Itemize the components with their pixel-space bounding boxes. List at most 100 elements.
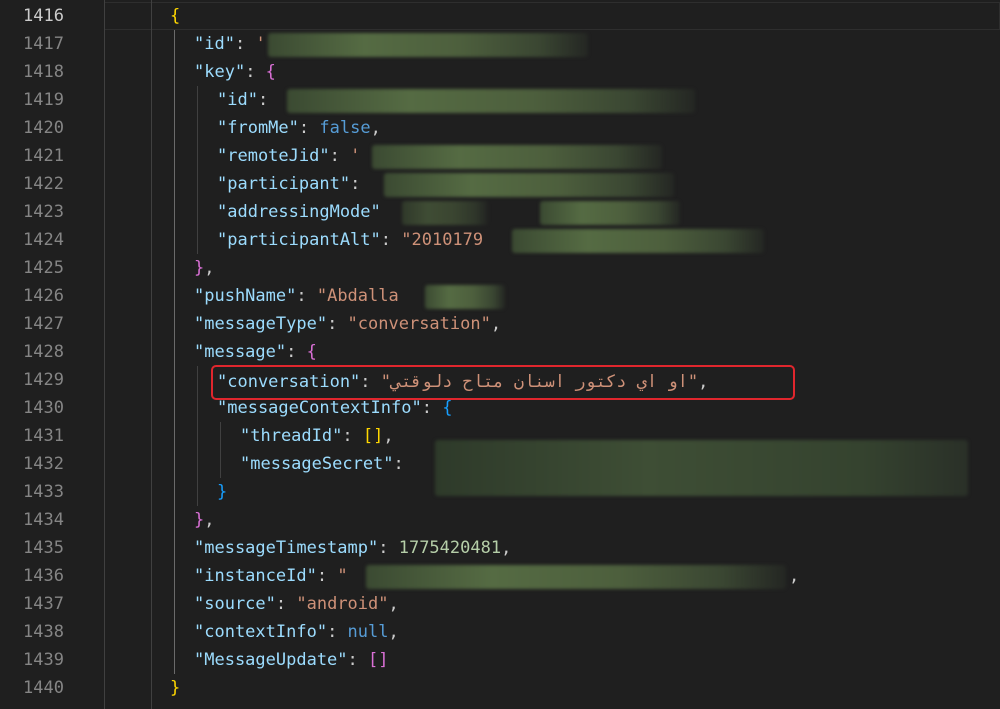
comma: , (789, 566, 800, 586)
array-value: [] (362, 426, 384, 446)
close-brace: } (217, 482, 228, 502)
open-brace: { (306, 342, 317, 362)
json-key: "key" (194, 62, 246, 82)
code-line: "instanceId": " (194, 562, 348, 590)
redacted-value (268, 33, 588, 57)
json-key: "message" (194, 342, 287, 362)
code-line: "participant": (217, 170, 371, 198)
comma: , (370, 118, 381, 138)
code-line: "id": ' (194, 30, 266, 58)
redacted-value (384, 173, 674, 197)
comma: , (490, 314, 502, 334)
redacted-value (366, 565, 786, 589)
open-brace: { (170, 6, 181, 26)
json-key: "messageContextInfo" (217, 398, 422, 418)
json-key: "threadId" (240, 426, 343, 446)
code-line: "MessageUpdate": [] (194, 646, 389, 674)
code-line: "contextInfo": null, (194, 618, 399, 646)
array-value: [] (368, 650, 389, 670)
colon: : (329, 146, 351, 166)
colon: : (342, 426, 363, 446)
colon: : (380, 230, 402, 250)
null-value: null (347, 622, 389, 642)
colon: : (393, 454, 415, 474)
redacted-value (425, 285, 505, 309)
code-line: "remoteJid": ' (217, 142, 360, 170)
boolean-value: false (319, 118, 371, 138)
comma: , (204, 510, 215, 530)
code-line: "id": (217, 86, 278, 114)
json-key: "source" (194, 594, 276, 614)
code-line: "messageType": "conversation", (194, 310, 501, 338)
redacted-value (512, 229, 764, 253)
json-key: "remoteJid" (217, 146, 330, 166)
json-key: "messageTimestamp" (194, 538, 379, 558)
json-key: "messageSecret" (240, 454, 394, 474)
colon: : (245, 62, 266, 82)
json-key: "participantAlt" (217, 230, 381, 250)
code-line: { (170, 2, 180, 30)
colon: : (316, 566, 338, 586)
comma: , (204, 258, 215, 278)
colon: : (421, 398, 443, 418)
code-line: "messageTimestamp": 1775420481, (194, 534, 511, 562)
json-key: "id" (217, 90, 258, 110)
comma: , (388, 594, 399, 614)
colon: : (275, 594, 297, 614)
comma: , (501, 538, 512, 558)
open-brace: { (265, 62, 276, 82)
string-start: " (337, 566, 348, 586)
string-value: "Abdalla (316, 286, 399, 306)
redacted-value (287, 89, 695, 113)
close-brace: } (170, 678, 181, 698)
close-brace: } (194, 510, 205, 530)
code-line: "pushName": "Abdalla (194, 282, 399, 310)
string-value: "conversation" (347, 314, 491, 334)
code-line: "source": "android", (194, 590, 399, 618)
redacted-value (372, 145, 662, 169)
colon: : (257, 90, 279, 110)
code-line: "addressingMode" (217, 198, 381, 226)
code-area[interactable]: { "id": ' "key": { "id": "fromMe": false… (0, 0, 1000, 709)
colon: : (234, 34, 256, 54)
code-line: "fromMe": false, (217, 114, 381, 142)
code-line: "message": { (194, 338, 317, 366)
comma: , (383, 426, 394, 446)
json-key: "addressingMode" (217, 202, 381, 222)
colon: : (350, 174, 371, 194)
close-brace: } (194, 258, 205, 278)
code-line: "participantAlt": "2010179 (217, 226, 483, 254)
redacted-value (402, 201, 488, 225)
code-line: "messageContextInfo": { (217, 394, 452, 422)
colon: : (327, 622, 348, 642)
json-key: "id" (194, 34, 235, 54)
json-key: "messageType" (194, 314, 328, 334)
json-key: "pushName" (194, 286, 297, 306)
code-line: }, (194, 254, 215, 282)
string-value: "2010179 (401, 230, 484, 250)
json-key: "contextInfo" (194, 622, 328, 642)
number-value: 1775420481 (398, 538, 502, 558)
colon: : (347, 650, 369, 670)
open-brace: { (442, 398, 453, 418)
code-line: }, (194, 506, 215, 534)
code-line: "messageSecret": (240, 450, 414, 478)
redacted-value (435, 440, 968, 496)
redacted-value (540, 201, 680, 225)
string-value: "android" (296, 594, 389, 614)
json-key: "participant" (217, 174, 351, 194)
colon: : (296, 286, 317, 306)
code-editor[interactable]: 1416 1417 1418 1419 1420 1421 1422 1423 … (0, 0, 1000, 709)
comma: , (388, 622, 399, 642)
code-line-trailing: , (789, 562, 799, 590)
colon: : (286, 342, 307, 362)
colon: : (378, 538, 399, 558)
json-key: "MessageUpdate" (194, 650, 348, 670)
string-start: ' (350, 146, 361, 166)
code-line: } (170, 674, 180, 702)
code-line: "key": { (194, 58, 276, 86)
colon: : (327, 314, 348, 334)
code-line: } (217, 478, 227, 506)
code-line: "threadId": [], (240, 422, 394, 450)
json-key: "fromMe" (217, 118, 299, 138)
